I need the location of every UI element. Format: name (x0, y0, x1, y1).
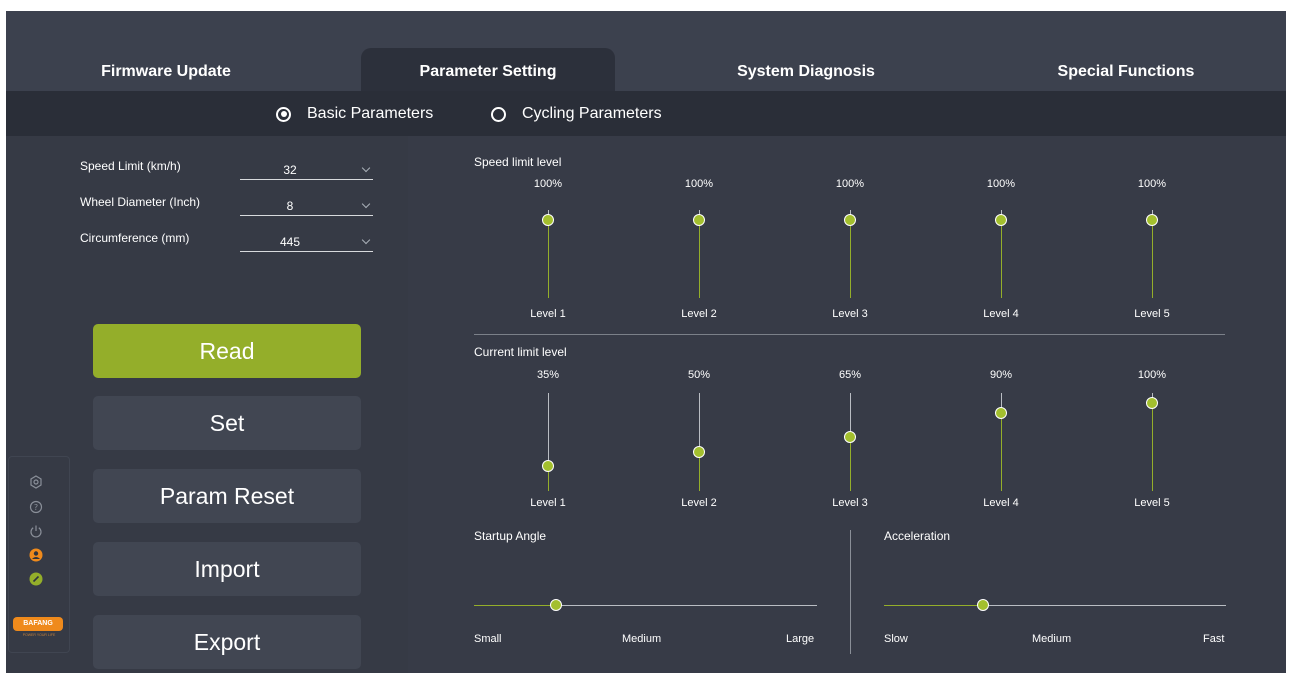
bafang-logo: BAFANG (13, 617, 63, 631)
param-reset-button[interactable]: Param Reset (93, 469, 361, 523)
startup-angle-title: Startup Angle (474, 529, 547, 543)
brand-tagline: POWER YOUR LIFE (22, 633, 56, 637)
speed-limit-level-label-1: Level 1 (530, 308, 566, 320)
set-button[interactable]: Set (93, 396, 361, 450)
wheel-diameter-select[interactable]: 8 (240, 195, 373, 216)
accel-label-slow: Slow (884, 633, 908, 645)
radio-label: Cycling Parameters (522, 105, 662, 122)
speed-limit-percent-3: 100% (835, 178, 865, 190)
user-icon[interactable] (29, 548, 43, 562)
current-limit-level-label-4: Level 4 (983, 497, 1019, 509)
param-row-wheel-diameter: Wheel Diameter (Inch) 8 (80, 195, 380, 217)
radio-checked-icon (276, 106, 291, 122)
settings-icon[interactable] (29, 475, 43, 489)
startup-label-small: Small (474, 633, 502, 645)
speed-limit-percent-2: 100% (684, 178, 714, 190)
radio-label: Basic Parameters (307, 105, 434, 122)
speed-limit-percent-1: 100% (533, 178, 563, 190)
current-limit-level-label-2: Level 2 (681, 497, 717, 509)
acceleration-knob[interactable] (977, 599, 990, 611)
import-button[interactable]: Import (93, 542, 361, 596)
current-limit-percent-4: 90% (989, 369, 1013, 381)
right-panel: Speed limit level 100% Level 1 100% Level 2… (408, 136, 1286, 673)
speed-limit-knob-2[interactable] (693, 214, 705, 226)
speed-limit-level-label-4: Level 4 (983, 308, 1019, 320)
speed-limit-fill-1 (548, 220, 549, 298)
current-limit-knob-1[interactable] (542, 460, 554, 473)
radio-basic-parameters[interactable]: Basic Parameters (276, 102, 433, 126)
speed-limit-level-label-5: Level 5 (1134, 308, 1170, 320)
current-limit-fill-3 (850, 437, 851, 491)
speed-limit-select[interactable]: 32 (240, 159, 373, 180)
param-row-speed-limit: Speed Limit (km/h) 32 (80, 159, 380, 181)
power-icon[interactable] (29, 524, 43, 538)
current-limit-fill-5 (1152, 403, 1153, 491)
current-limit-percent-2: 50% (687, 369, 711, 381)
current-limit-fill-4 (1001, 412, 1002, 491)
speed-limit-fill-2 (699, 220, 700, 298)
speed-limit-knob-5[interactable] (1146, 214, 1158, 226)
radio-cycling-parameters[interactable]: Cycling Parameters (491, 102, 662, 126)
tab-parameter-setting[interactable]: Parameter Setting (361, 48, 615, 91)
speed-limit-knob-1[interactable] (542, 214, 554, 226)
startup-angle-knob[interactable] (550, 599, 563, 611)
acceleration-title: Acceleration (884, 529, 951, 543)
startup-label-large: Large (786, 633, 815, 645)
link-icon[interactable] (29, 572, 43, 586)
speed-limit-level-label-3: Level 3 (832, 308, 868, 320)
startup-angle-fill (474, 605, 557, 606)
select-value: 445 (279, 235, 301, 249)
param-row-circumference: Circumference (mm) 445 (80, 231, 380, 253)
startup-label-medium: Medium (622, 633, 662, 645)
speed-limit-percent-4: 100% (986, 178, 1016, 190)
current-limit-level-label-3: Level 3 (832, 497, 868, 509)
speed-limit-fill-3 (850, 220, 851, 298)
speed-limit-fill-5 (1152, 220, 1153, 298)
accel-label-medium: Medium (1032, 633, 1072, 645)
circumference-select[interactable]: 445 (240, 231, 373, 252)
current-limit-knob-3[interactable] (844, 431, 856, 444)
current-limit-percent-3: 65% (838, 369, 862, 381)
tab-special-functions[interactable]: Special Functions (966, 48, 1286, 91)
speed-limit-percent-5: 100% (1137, 178, 1167, 190)
speed-limit-knob-4[interactable] (995, 214, 1007, 226)
app-window: Firmware Update Parameter Setting System… (6, 11, 1286, 673)
current-limit-knob-2[interactable] (693, 445, 705, 458)
sub-tab-bar: Basic Parameters Cycling Parameters (6, 91, 1286, 136)
help-icon[interactable]: ? (29, 500, 43, 514)
current-limit-title: Current limit level (474, 345, 567, 359)
param-label: Wheel Diameter (Inch) (80, 195, 201, 209)
current-limit-percent-1: 35% (536, 369, 560, 381)
export-button[interactable]: Export (93, 615, 361, 669)
select-value: 32 (283, 163, 297, 177)
current-limit-knob-5[interactable] (1146, 397, 1158, 409)
svg-text:?: ? (34, 503, 38, 512)
param-label: Speed Limit (km/h) (80, 159, 181, 173)
vertical-divider (850, 530, 851, 654)
speed-limit-level-label-2: Level 2 (681, 308, 717, 320)
chevron-down-icon (361, 199, 371, 209)
side-icon-strip: ? BAFANG POWER YOUR LIFE (8, 456, 70, 653)
param-label: Circumference (mm) (80, 231, 190, 245)
chevron-down-icon (361, 235, 371, 245)
main-tab-bar: Firmware Update Parameter Setting System… (6, 11, 1286, 91)
accel-label-fast: Fast (1203, 633, 1225, 645)
speed-limit-knob-3[interactable] (844, 214, 856, 226)
current-limit-percent-5: 100% (1137, 369, 1167, 381)
tab-firmware-update[interactable]: Firmware Update (6, 48, 326, 91)
current-limit-level-label-5: Level 5 (1134, 497, 1170, 509)
current-limit-level-label-1: Level 1 (530, 497, 566, 509)
acceleration-fill (884, 605, 984, 606)
select-value: 8 (286, 199, 294, 213)
read-button[interactable]: Read (93, 324, 361, 378)
speed-limit-title: Speed limit level (474, 155, 562, 169)
section-divider (474, 334, 1225, 335)
current-limit-knob-4[interactable] (995, 406, 1007, 419)
tab-system-diagnosis[interactable]: System Diagnosis (646, 48, 966, 91)
speed-limit-fill-4 (1001, 220, 1002, 298)
chevron-down-icon (361, 163, 371, 173)
radio-unchecked-icon (491, 106, 506, 122)
